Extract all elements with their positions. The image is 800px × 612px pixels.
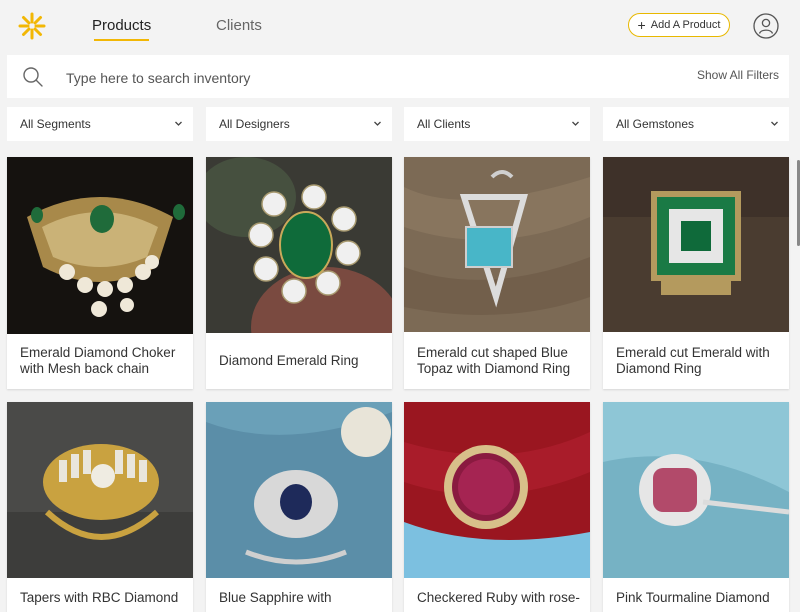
product-card[interactable]: Emerald cut shaped Blue Topaz with Diamo… <box>404 157 590 389</box>
product-title: Diamond Emerald Ring <box>219 353 359 368</box>
chevron-down-icon <box>572 121 579 126</box>
tab-products[interactable]: Products <box>92 17 152 41</box>
clients-dropdown-label: All Clients <box>417 117 471 131</box>
product-photo <box>206 402 392 578</box>
product-title: Checkered Ruby with rose- <box>417 590 580 605</box>
chevron-down-icon <box>374 121 381 126</box>
chevron-down-icon <box>771 121 778 126</box>
search-input[interactable] <box>64 65 628 91</box>
user-avatar-icon[interactable] <box>753 13 779 39</box>
designers-dropdown[interactable]: All Designers <box>206 107 392 141</box>
product-title: Blue Sapphire with <box>219 590 332 605</box>
add-product-label: Add A Product <box>650 19 721 31</box>
product-photo <box>7 157 193 334</box>
product-photo <box>206 157 392 333</box>
product-title: Emerald cut shaped Blue Topaz with Diamo… <box>417 345 571 376</box>
sunburst-logo-icon[interactable] <box>17 11 47 41</box>
clients-dropdown[interactable]: All Clients <box>404 107 590 141</box>
top-bar: Products Clients + Add A Product <box>0 0 800 52</box>
active-tab-indicator <box>94 39 150 41</box>
tab-clients-label: Clients <box>216 17 262 34</box>
search-icon[interactable] <box>22 66 44 88</box>
chevron-down-icon <box>175 121 182 126</box>
search-bar: Show All Filters <box>7 55 789 98</box>
product-card[interactable]: Pink Tourmaline Diamond <box>603 402 789 612</box>
add-product-button[interactable]: + Add A Product <box>628 13 730 37</box>
product-card[interactable]: Checkered Ruby with rose- <box>404 402 590 612</box>
product-title: Pink Tourmaline Diamond <box>616 590 770 605</box>
segments-dropdown[interactable]: All Segments <box>7 107 193 141</box>
gemstones-dropdown-label: All Gemstones <box>616 117 695 131</box>
product-photo <box>603 402 789 578</box>
product-photo <box>404 157 590 332</box>
product-card[interactable]: Blue Sapphire with <box>206 402 392 612</box>
show-all-filters-link[interactable]: Show All Filters <box>697 68 779 82</box>
designers-dropdown-label: All Designers <box>219 117 290 131</box>
product-title: Tapers with RBC Diamond <box>20 590 179 605</box>
plus-icon: + <box>637 17 646 33</box>
product-card[interactable]: Emerald Diamond Choker with Mesh back ch… <box>7 157 193 389</box>
product-card[interactable]: Emerald cut Emerald with Diamond Ring <box>603 157 789 389</box>
product-photo <box>404 402 590 578</box>
tab-products-label: Products <box>92 17 152 34</box>
product-photo <box>603 157 789 332</box>
product-title: Emerald cut Emerald with Diamond Ring <box>616 345 770 376</box>
product-photo <box>7 402 193 578</box>
product-card[interactable]: Tapers with RBC Diamond <box>7 402 193 612</box>
product-card[interactable]: Diamond Emerald Ring <box>206 157 392 389</box>
tab-clients[interactable]: Clients <box>216 17 262 34</box>
segments-dropdown-label: All Segments <box>20 117 91 131</box>
gemstones-dropdown[interactable]: All Gemstones <box>603 107 789 141</box>
product-title: Emerald Diamond Choker with Mesh back ch… <box>20 345 176 376</box>
